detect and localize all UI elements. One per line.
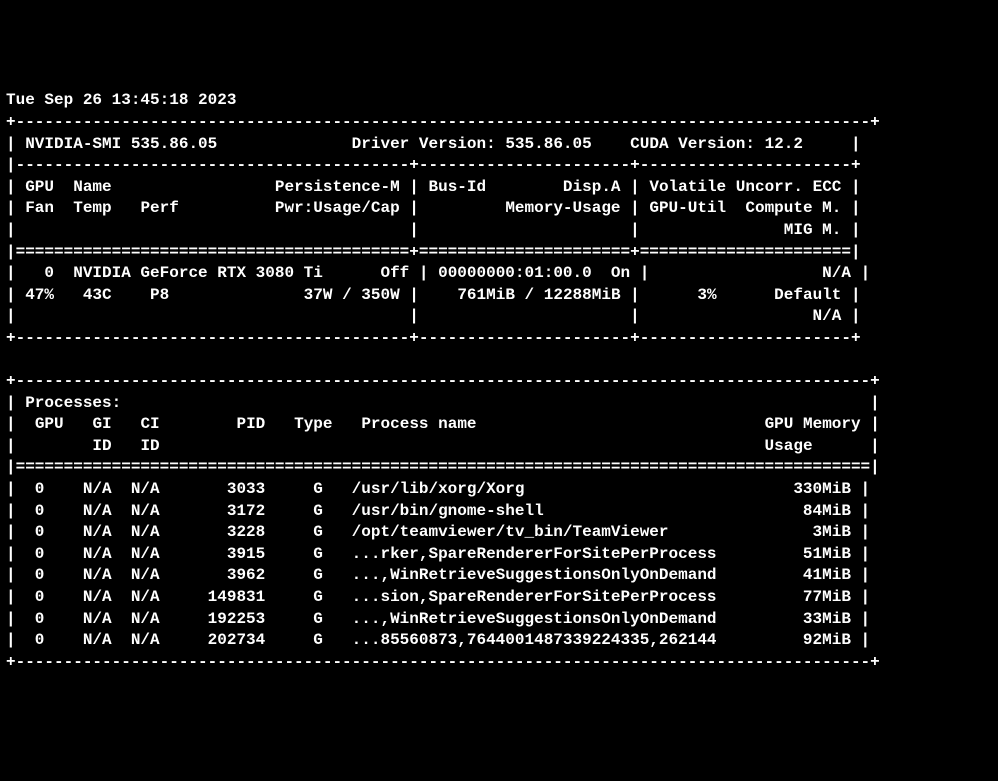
smi-version: 535.86.05 bbox=[131, 135, 217, 153]
gpu-temp: 43C bbox=[83, 286, 112, 304]
terminal-output: Tue Sep 26 13:45:18 2023 +--------------… bbox=[6, 90, 992, 673]
gpu-mem-used: 761MiB bbox=[457, 286, 515, 304]
gpu-busid: 00000000:01:00.0 bbox=[438, 264, 592, 282]
hdr-name: Name bbox=[73, 178, 111, 196]
hdr-busid: Bus-Id bbox=[429, 178, 487, 196]
gpu-mem-total: 12288MiB bbox=[544, 286, 621, 304]
hdr-ecc: ECC bbox=[813, 178, 842, 196]
gpu-compute: Default bbox=[774, 286, 841, 304]
hdr-perf: Perf bbox=[140, 199, 178, 217]
ph-type: Type bbox=[294, 415, 332, 433]
hdr-fan: Fan bbox=[25, 199, 54, 217]
gpu-disp: On bbox=[611, 264, 630, 282]
ph-gi: GI bbox=[92, 415, 111, 433]
hdr-gpu: GPU bbox=[25, 178, 54, 196]
ph-usage: Usage bbox=[765, 437, 813, 455]
cuda-version: 12.2 bbox=[765, 135, 803, 153]
hdr-disp: Disp.A bbox=[563, 178, 621, 196]
gpu-ecc: N/A bbox=[822, 264, 851, 282]
cuda-label: CUDA Version: bbox=[630, 135, 755, 153]
gpu-name: NVIDIA GeForce RTX 3080 Ti bbox=[73, 264, 323, 282]
ph-ci: CI bbox=[140, 415, 159, 433]
hdr-pwr: Pwr:Usage/Cap bbox=[275, 199, 400, 217]
ph-pid: PID bbox=[236, 415, 265, 433]
gpu-pwr-cap: 350W bbox=[361, 286, 399, 304]
hdr-uncorr: Uncorr. bbox=[736, 178, 803, 196]
hdr-memusage: Memory-Usage bbox=[505, 199, 620, 217]
hdr-persist: Persistence-M bbox=[275, 178, 400, 196]
gpu-mig: N/A bbox=[813, 307, 842, 325]
ph-gpumem: GPU Memory bbox=[765, 415, 861, 433]
ph-id2: ID bbox=[140, 437, 159, 455]
ph-pname: Process name bbox=[361, 415, 476, 433]
ph-id1: ID bbox=[92, 437, 111, 455]
gpu-fan: 47% bbox=[25, 286, 54, 304]
gpu-persist: Off bbox=[380, 264, 409, 282]
hdr-volatile: Volatile bbox=[649, 178, 726, 196]
driver-label: Driver Version: bbox=[352, 135, 496, 153]
gpu-util: 3% bbox=[697, 286, 716, 304]
timestamp: Tue Sep 26 13:45:18 2023 bbox=[6, 91, 236, 109]
ph-gpu: GPU bbox=[35, 415, 64, 433]
hdr-temp: Temp bbox=[73, 199, 111, 217]
gpu-perf: P8 bbox=[150, 286, 169, 304]
driver-version: 535.86.05 bbox=[505, 135, 591, 153]
gpu-index: 0 bbox=[44, 264, 54, 282]
gpu-pwr-usage: 37W bbox=[304, 286, 333, 304]
proc-title: Processes: bbox=[25, 394, 121, 412]
smi-label: NVIDIA-SMI bbox=[25, 135, 121, 153]
hdr-gpuutil: GPU-Util bbox=[649, 199, 726, 217]
hdr-compute: Compute M. bbox=[745, 199, 841, 217]
hdr-mig: MIG M. bbox=[784, 221, 842, 239]
